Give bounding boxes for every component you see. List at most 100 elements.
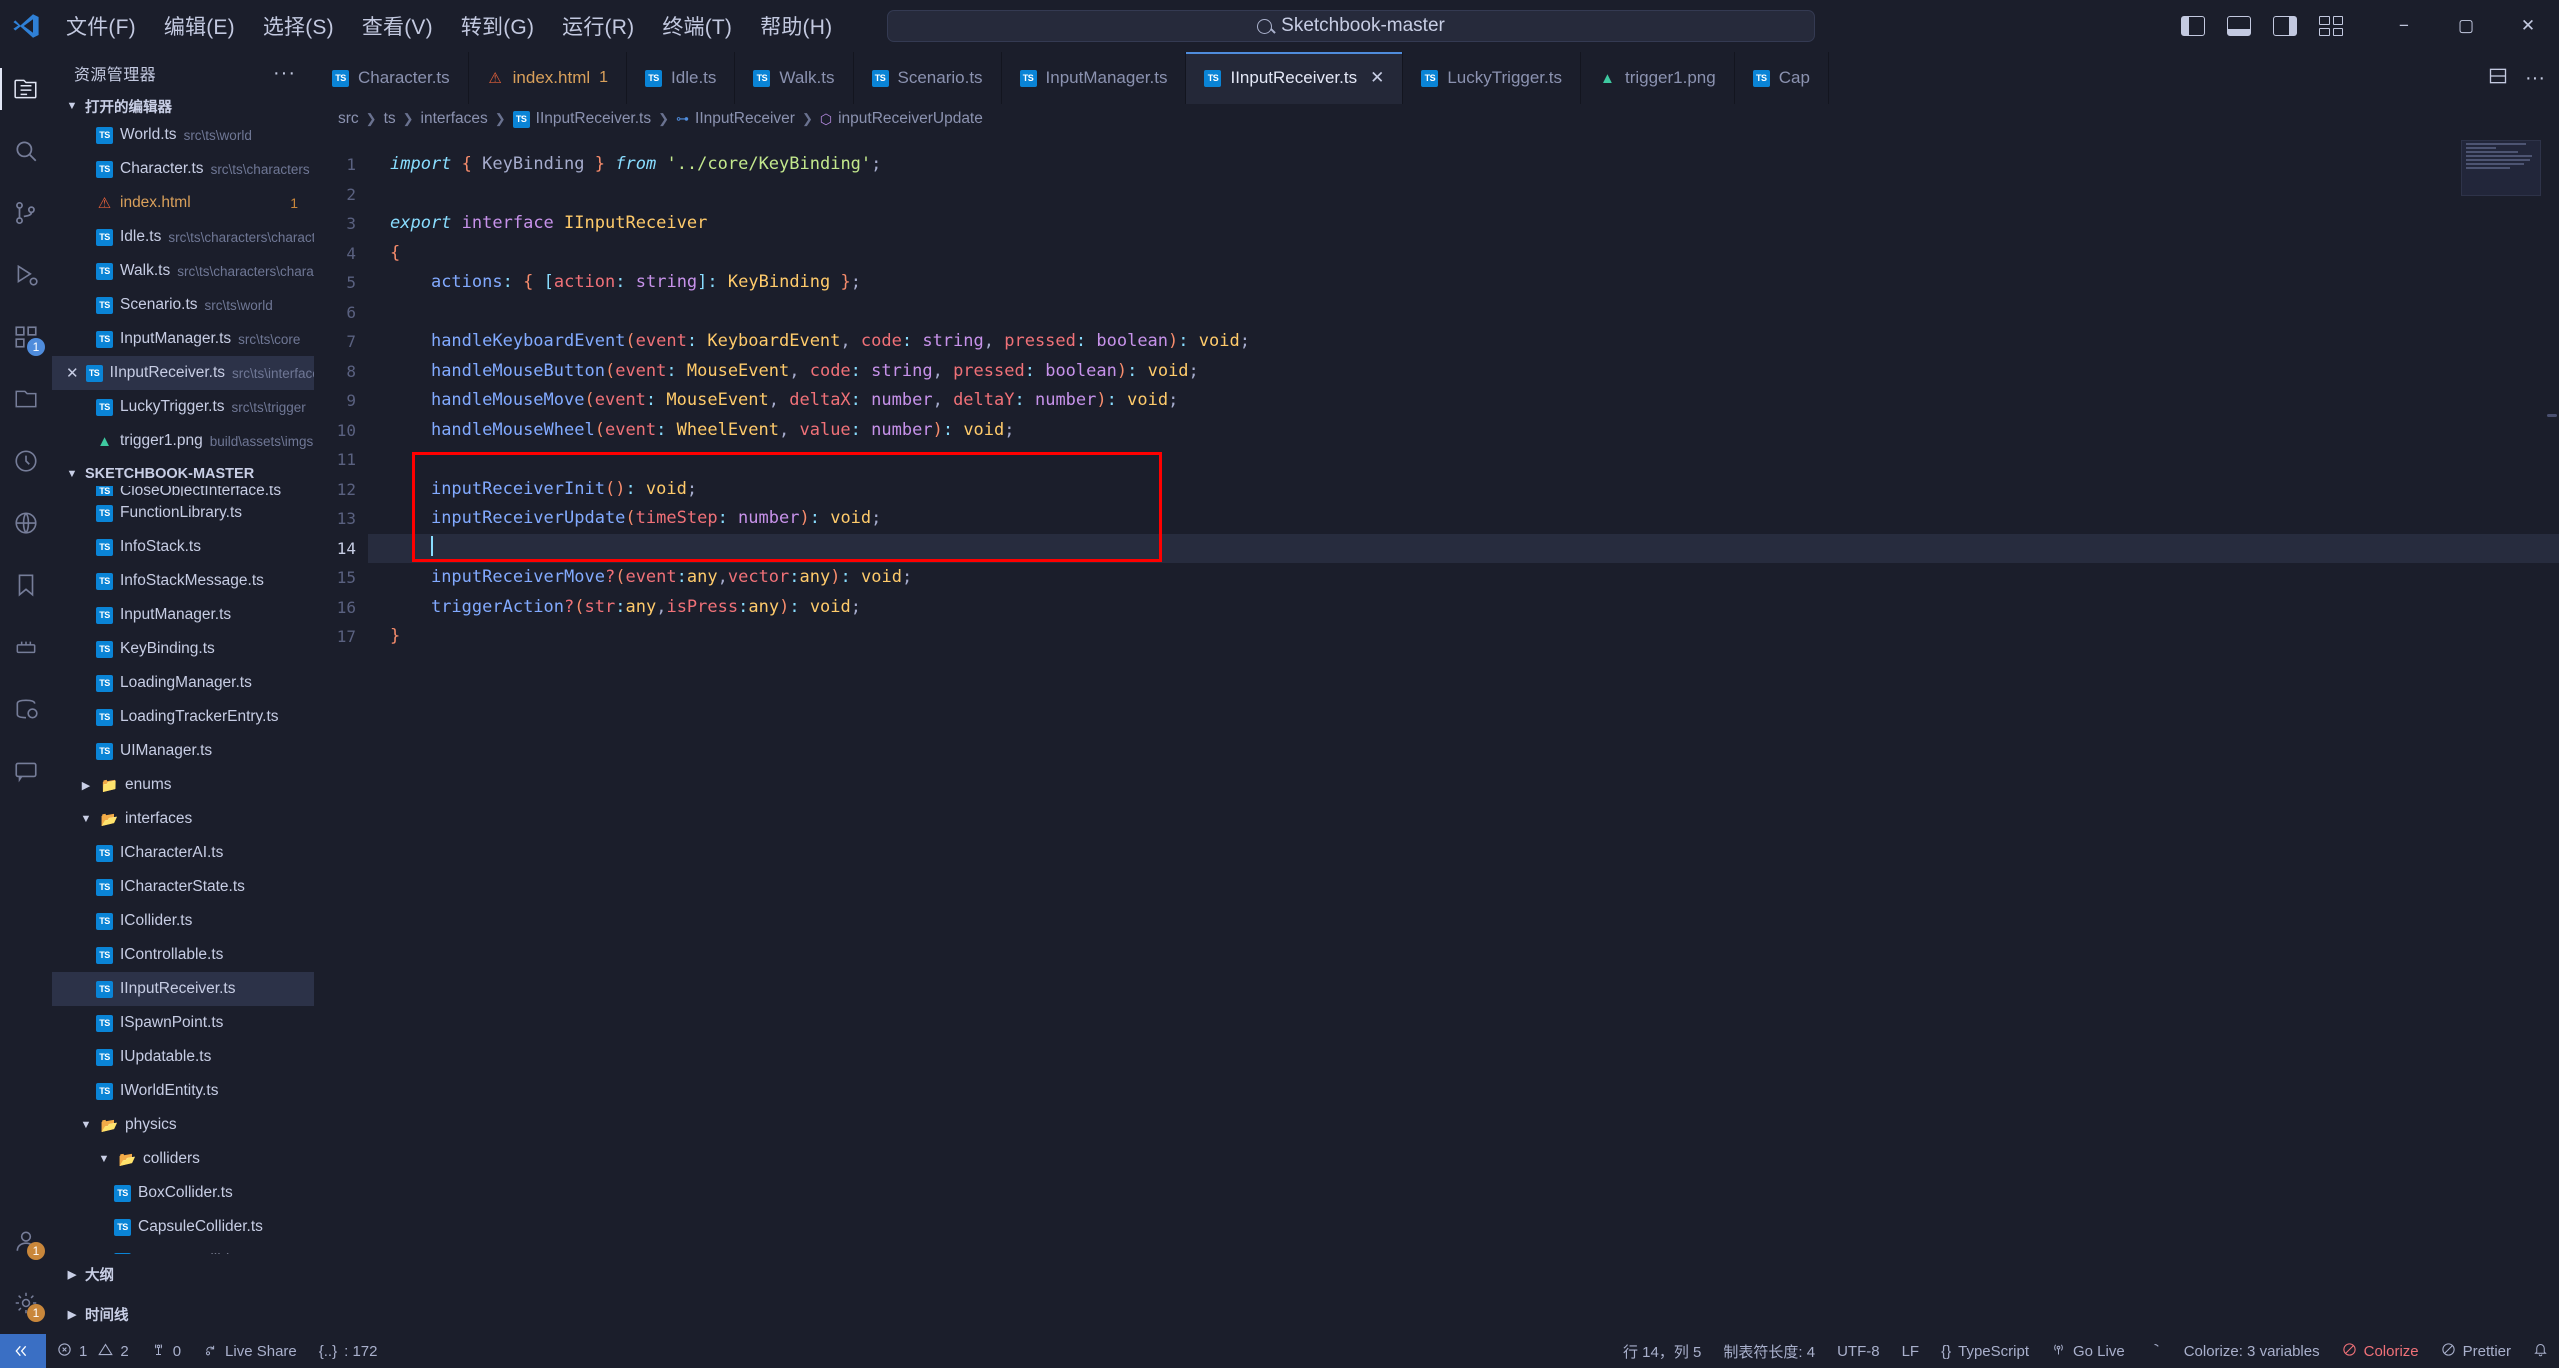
- tab-idle-ts[interactable]: TS Idle.ts: [627, 52, 736, 104]
- tree-item-icharacterstate[interactable]: TS ICharacterState.ts: [52, 870, 314, 904]
- open-editor-idle[interactable]: TS Idle.ts src\ts\characters\character_s…: [52, 220, 314, 254]
- status-bracket-count[interactable]: {..} : 172: [308, 1334, 389, 1368]
- activitybar-source-control[interactable]: [0, 182, 52, 244]
- close-icon[interactable]: ✕: [1370, 68, 1384, 88]
- activitybar-settings[interactable]: 1: [0, 1272, 52, 1334]
- customize-layout-icon[interactable]: [2319, 16, 2343, 36]
- tree-item-uimanager[interactable]: TS UIManager.ts: [52, 734, 314, 768]
- breadcrumb-method-symbol[interactable]: ⬡ inputReceiverUpdate: [820, 110, 983, 128]
- command-center-search[interactable]: Sketchbook-master: [887, 10, 1815, 42]
- status-language-mode[interactable]: {} TypeScript: [1930, 1334, 2040, 1368]
- tree-item-iinputreceiver[interactable]: TS IInputReceiver.ts: [52, 972, 314, 1006]
- open-editor-world[interactable]: TS World.ts src\ts\world: [52, 118, 314, 152]
- tree-item-infostackmessage[interactable]: TS InfoStackMessage.ts: [52, 564, 314, 598]
- status-warnings[interactable]: 2: [98, 1334, 139, 1368]
- tree-folder-physics[interactable]: ▼ 📂 physics: [52, 1108, 314, 1142]
- status-colorize-variables[interactable]: Colorize: 3 variables: [2173, 1334, 2331, 1368]
- close-editor-icon[interactable]: ✕: [66, 364, 79, 382]
- tab-luckytrigger-ts[interactable]: TS LuckyTrigger.ts: [1403, 52, 1581, 104]
- open-editor-luckytrigger[interactable]: TS LuckyTrigger.ts src\ts\trigger: [52, 390, 314, 424]
- status-indentation[interactable]: 制表符长度: 4: [1712, 1334, 1826, 1368]
- tab-cap-ts[interactable]: TS Cap: [1734, 52, 1829, 104]
- status-prettier[interactable]: Prettier: [2430, 1334, 2522, 1368]
- status-eol[interactable]: LF: [1891, 1334, 1931, 1368]
- menu-edit[interactable]: 编辑(E): [150, 7, 249, 45]
- status-ports[interactable]: 0: [140, 1334, 192, 1368]
- open-editor-character[interactable]: TS Character.ts src\ts\characters: [52, 152, 314, 186]
- activitybar-run-and-debug[interactable]: [0, 244, 52, 306]
- code-content[interactable]: import { KeyBinding } from '../core/KeyB…: [368, 134, 2559, 1334]
- tree-item-infostack[interactable]: TS InfoStack.ts: [52, 530, 314, 564]
- scrollbar-thumb[interactable]: [2547, 414, 2557, 417]
- breadcrumb-interface-symbol[interactable]: ⊶ IInputReceiver: [676, 110, 795, 128]
- tree-item-keybinding[interactable]: TS KeyBinding.ts: [52, 632, 314, 666]
- tree-item-icharacterai[interactable]: TS ICharacterAI.ts: [52, 836, 314, 870]
- menu-view[interactable]: 查看(V): [348, 7, 447, 45]
- menu-terminal[interactable]: 终端(T): [648, 7, 746, 45]
- status-encoding[interactable]: UTF-8: [1826, 1334, 1891, 1368]
- breadcrumb-interfaces[interactable]: interfaces: [421, 110, 488, 128]
- minimize-button[interactable]: −: [2373, 0, 2435, 52]
- tree-item-clipped[interactable]: TS CloseObjectInterface.ts: [52, 486, 314, 496]
- open-editors-section-header[interactable]: ▼ 打开的编辑器: [52, 94, 314, 118]
- tree-item-loadingmanager[interactable]: TS LoadingManager.ts: [52, 666, 314, 700]
- tab-inputmanager-ts[interactable]: TS InputManager.ts: [1001, 52, 1187, 104]
- activitybar-test-explorer[interactable]: [0, 430, 52, 492]
- activitybar-accounts[interactable]: 1: [0, 1210, 52, 1272]
- status-go-live[interactable]: Go Live: [2040, 1334, 2136, 1368]
- open-editor-trigger1-png[interactable]: ▲ trigger1.png build\assets\imgs: [52, 424, 314, 458]
- activitybar-search[interactable]: [0, 120, 52, 182]
- editor-minimap[interactable]: [2461, 140, 2541, 196]
- status-live-share[interactable]: Live Share: [192, 1334, 308, 1368]
- activitybar-live-share[interactable]: [0, 492, 52, 554]
- tree-item-inputmanager[interactable]: TS InputManager.ts: [52, 598, 314, 632]
- activitybar-docker[interactable]: [0, 616, 52, 678]
- tab-character-ts[interactable]: TS Character.ts: [314, 52, 469, 104]
- open-editor-iinputreceiver[interactable]: ✕ TS IInputReceiver.ts src\ts\interfaces: [52, 356, 314, 390]
- timeline-section-header[interactable]: ▶ 时间线: [52, 1294, 314, 1334]
- activitybar-remote-explorer[interactable]: [0, 368, 52, 430]
- status-spinner[interactable]: [2136, 1334, 2173, 1368]
- status-cursor-position[interactable]: 行 14，列 5: [1612, 1334, 1712, 1368]
- breadcrumb-file[interactable]: TS IInputReceiver.ts: [512, 110, 651, 128]
- remote-window-icon[interactable]: [0, 1334, 46, 1368]
- menu-help[interactable]: 帮助(H): [746, 7, 846, 45]
- status-notifications[interactable]: [2522, 1334, 2559, 1368]
- activitybar-project-manager[interactable]: [0, 678, 52, 740]
- tab-scenario-ts[interactable]: TS Scenario.ts: [853, 52, 1002, 104]
- tree-item-ispawnpoint[interactable]: TS ISpawnPoint.ts: [52, 1006, 314, 1040]
- split-editor-icon[interactable]: [2487, 66, 2509, 91]
- editor-more-actions-icon[interactable]: ···: [2525, 68, 2545, 88]
- tree-item-convexcollider[interactable]: TS ConvexCollider.ts: [52, 1244, 314, 1254]
- breadcrumb-ts[interactable]: ts: [384, 110, 396, 128]
- project-section-header[interactable]: ▼ SKETCHBOOK-MASTER: [52, 462, 314, 486]
- tree-item-functionlibrary[interactable]: TS FunctionLibrary.ts: [52, 496, 314, 530]
- menu-go[interactable]: 转到(G): [447, 7, 548, 45]
- toggle-panel-icon[interactable]: [2227, 16, 2251, 36]
- activitybar-extensions[interactable]: 1: [0, 306, 52, 368]
- tree-item-icontrollable[interactable]: TS IControllable.ts: [52, 938, 314, 972]
- activitybar-explorer[interactable]: [0, 58, 52, 120]
- breadcrumb-src[interactable]: src: [338, 110, 359, 128]
- tree-folder-interfaces[interactable]: ▼ 📂 interfaces: [52, 802, 314, 836]
- tree-item-icollider[interactable]: TS ICollider.ts: [52, 904, 314, 938]
- tab-walk-ts[interactable]: TS Walk.ts: [735, 52, 854, 104]
- sidebar-more-actions-icon[interactable]: ···: [273, 63, 296, 83]
- open-editor-walk[interactable]: TS Walk.ts src\ts\characters\character_s…: [52, 254, 314, 288]
- tree-folder-enums[interactable]: ▶ 📁 enums: [52, 768, 314, 802]
- tree-item-capsulecollider[interactable]: TS CapsuleCollider.ts: [52, 1210, 314, 1244]
- tab-trigger1-png[interactable]: ▲ trigger1.png: [1580, 52, 1735, 104]
- activitybar-comments[interactable]: [0, 740, 52, 802]
- menu-selection[interactable]: 选择(S): [249, 7, 348, 45]
- tree-item-iworldentity[interactable]: TS IWorldEntity.ts: [52, 1074, 314, 1108]
- tree-folder-colliders[interactable]: ▼ 📂 colliders: [52, 1142, 314, 1176]
- open-editor-scenario[interactable]: TS Scenario.ts src\ts\world: [52, 288, 314, 322]
- tree-item-loadingtrackerentry[interactable]: TS LoadingTrackerEntry.ts: [52, 700, 314, 734]
- tab-iinputreceiver-ts[interactable]: TS IInputReceiver.ts ✕: [1186, 52, 1404, 104]
- outline-section-header[interactable]: ▶ 大纲: [52, 1254, 314, 1294]
- open-editor-inputmanager[interactable]: TS InputManager.ts src\ts\core: [52, 322, 314, 356]
- status-colorize-toggle[interactable]: Colorize: [2331, 1334, 2430, 1368]
- status-errors[interactable]: 1: [46, 1334, 98, 1368]
- menu-file[interactable]: 文件(F): [52, 7, 150, 45]
- code-editor[interactable]: 1 2 3 4 5 6 7 8 9 10 11 12 13 14 15 16 1: [314, 134, 2559, 1334]
